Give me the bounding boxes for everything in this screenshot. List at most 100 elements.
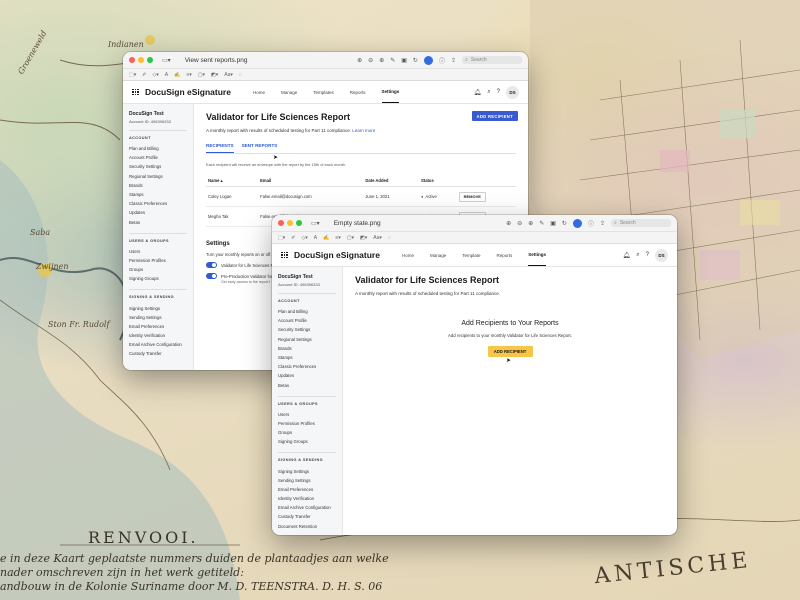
sidebar-item-updates[interactable]: Updates [278, 371, 336, 380]
sidebar-item-plan-billing[interactable]: Plan and Billing [129, 144, 187, 153]
window-titlebar[interactable]: ▭▾ Empty state.png ⊕ ⊖ ⊕ ✎ ▣ ↻ ⓘ ⇪ ⌕ Sea… [272, 215, 677, 232]
nav-home[interactable]: Home [253, 81, 265, 103]
zoom-out-icon[interactable]: ⊖ [517, 220, 522, 227]
avatar[interactable]: DS [506, 85, 519, 99]
markup-icon[interactable]: ✎ [539, 220, 544, 227]
nav-templates[interactable]: Template [462, 244, 480, 266]
border-color-icon[interactable]: ▢▾ [347, 235, 354, 241]
border-color-icon[interactable]: ▢▾ [198, 72, 205, 78]
sidebar-item-sending-settings[interactable]: Sending Settings [129, 313, 187, 322]
rotate-icon[interactable]: ↻ [562, 220, 567, 227]
sidebar-item-classic-preferences[interactable]: Classic Preferences [129, 199, 187, 208]
avatar[interactable]: DS [655, 248, 668, 262]
sidebar-item-identity-verification[interactable]: Identity Verification [278, 494, 336, 503]
sidebar-item-sending-settings[interactable]: Sending Settings [278, 476, 336, 485]
nav-manage[interactable]: Manage [281, 81, 297, 103]
app-launcher-icon[interactable] [281, 251, 288, 259]
sidebar-item-regional-settings[interactable]: Regional Settings [129, 172, 187, 181]
sidebar-item-signing-settings[interactable]: Signing Settings [129, 303, 187, 312]
shape-tool-icon[interactable]: ◇▾ [152, 72, 158, 78]
sidebar-item-stamps[interactable]: Stamps [129, 190, 187, 199]
remove-button[interactable]: REMOVE [458, 191, 486, 202]
sidebar-toggle-icon[interactable]: ▭▾ [162, 57, 171, 64]
text-style-icon[interactable]: Aa▾ [373, 235, 382, 241]
sketch-tool-icon[interactable]: ✐ [291, 235, 295, 241]
search-field[interactable]: ⌕ Search [611, 219, 671, 227]
markup-toolbar-icon[interactable] [572, 218, 582, 228]
sidebar-item-custody-transfer[interactable]: Custody Transfer [278, 512, 336, 521]
sketch-tool-icon[interactable]: ✐ [142, 72, 146, 78]
sidebar-item-classic-preferences[interactable]: Classic Preferences [278, 362, 336, 371]
sidebar-item-groups[interactable]: Groups [278, 428, 336, 437]
sidebar-item-stamps[interactable]: Stamps [278, 353, 336, 362]
sidebar-item-account-profile[interactable]: Account Profile [278, 316, 336, 325]
share-icon[interactable]: ⇪ [451, 57, 456, 64]
shape-tool-icon[interactable]: ◇▾ [301, 235, 307, 241]
notification-bell-icon[interactable]: 🔔︎ [623, 252, 631, 259]
preproduction-toggle[interactable] [206, 273, 217, 279]
validator-toggle[interactable] [206, 262, 217, 268]
zoom-window-button[interactable] [296, 220, 302, 226]
sidebar-item-brands[interactable]: Brands [129, 181, 187, 190]
sidebar-item-signing-groups[interactable]: Signing Groups [129, 274, 187, 283]
info-icon[interactable]: ⓘ [439, 56, 445, 65]
sidebar-item-users[interactable]: Users [278, 410, 336, 419]
markup-toolbar-icon[interactable] [423, 55, 433, 65]
help-icon[interactable]: ? [497, 89, 500, 95]
nav-reports[interactable]: Reports [497, 244, 513, 266]
add-recipient-button[interactable]: ADD RECIPIENT [487, 346, 533, 357]
column-header-name[interactable]: Name ▴ [206, 175, 259, 187]
brand-logo[interactable]: DocuSign eSignature [145, 87, 231, 97]
nav-templates[interactable]: Templates [313, 81, 334, 103]
preview-window-empty-state[interactable]: ▭▾ Empty state.png ⊕ ⊖ ⊕ ✎ ▣ ↻ ⓘ ⇪ ⌕ Sea… [272, 215, 677, 535]
minimize-window-button[interactable] [138, 57, 144, 63]
zoom-window-button[interactable] [147, 57, 153, 63]
add-recipient-button[interactable]: ADD RECIPIENT [471, 111, 518, 121]
image-description-icon[interactable]: ◌ [239, 72, 242, 78]
sidebar-item-email-archive[interactable]: Email Archive Configuration [129, 340, 187, 349]
sidebar-item-betas[interactable]: Betas [278, 381, 336, 390]
help-icon[interactable]: ? [646, 252, 649, 258]
sidebar-item-signing-groups[interactable]: Signing Groups [278, 437, 336, 446]
sidebar-item-document-retention[interactable]: Document Retention [278, 522, 336, 531]
sidebar-item-users[interactable]: Users [129, 247, 187, 256]
markup-icon[interactable]: ✎ [390, 57, 395, 64]
share-icon[interactable]: ⇪ [600, 220, 605, 227]
zoom-out-icon[interactable]: ⊖ [368, 57, 373, 64]
text-tool-icon[interactable]: A [165, 72, 168, 78]
text-tool-icon[interactable]: A [314, 235, 317, 241]
app-launcher-icon[interactable] [132, 88, 139, 96]
search-field[interactable]: ⌕ Search [462, 56, 522, 64]
text-style-icon[interactable]: Aa▾ [224, 72, 233, 78]
selection-tool-icon[interactable]: ⬚▾ [278, 235, 285, 241]
sidebar-item-email-preferences[interactable]: Email Preferences [129, 322, 187, 331]
nav-settings[interactable]: Settings [381, 81, 400, 103]
fill-color-icon[interactable]: ◩▾ [211, 72, 218, 78]
sidebar-item-brands[interactable]: Brands [278, 344, 336, 353]
image-description-icon[interactable]: ◌ [388, 235, 391, 241]
info-icon[interactable]: ⓘ [588, 219, 594, 228]
align-icon[interactable]: ≡▾ [186, 72, 191, 78]
sidebar-item-betas[interactable]: Betas [129, 218, 187, 227]
search-icon[interactable]: ⌕ [636, 252, 639, 259]
learn-more-link[interactable]: Learn more [352, 128, 375, 133]
tab-sent-reports[interactable]: SENT REPORTS [242, 143, 278, 153]
crop-icon[interactable]: ▣ [401, 57, 407, 64]
window-titlebar[interactable]: ▭▾ View sent reports.png ⊕ ⊖ ⊕ ✎ ▣ ↻ ⓘ ⇪… [123, 52, 528, 69]
sidebar-item-permission-profiles[interactable]: Permission Profiles [278, 419, 336, 428]
sign-tool-icon[interactable]: ✍ [323, 235, 329, 241]
nav-reports[interactable]: Reports [350, 81, 366, 103]
sidebar-item-identity-verification[interactable]: Identity Verification [129, 331, 187, 340]
notification-bell-icon[interactable]: 🔔︎ [474, 89, 482, 96]
sidebar-item-account-profile[interactable]: Account Profile [129, 153, 187, 162]
zoom-in-icon[interactable]: ⊕ [528, 220, 533, 227]
sidebar-item-regional-settings[interactable]: Regional Settings [278, 335, 336, 344]
sidebar-item-signing-settings[interactable]: Signing Settings [278, 466, 336, 475]
search-icon[interactable]: ⌕ [487, 89, 490, 96]
zoom-in-icon[interactable]: ⊕ [379, 57, 384, 64]
fill-color-icon[interactable]: ◩▾ [360, 235, 367, 241]
zoom-icon[interactable]: ⊕ [506, 220, 511, 227]
tab-recipients[interactable]: RECIPIENTS [206, 143, 234, 153]
sidebar-item-email-preferences[interactable]: Email Preferences [278, 485, 336, 494]
nav-manage[interactable]: Manage [430, 244, 446, 266]
